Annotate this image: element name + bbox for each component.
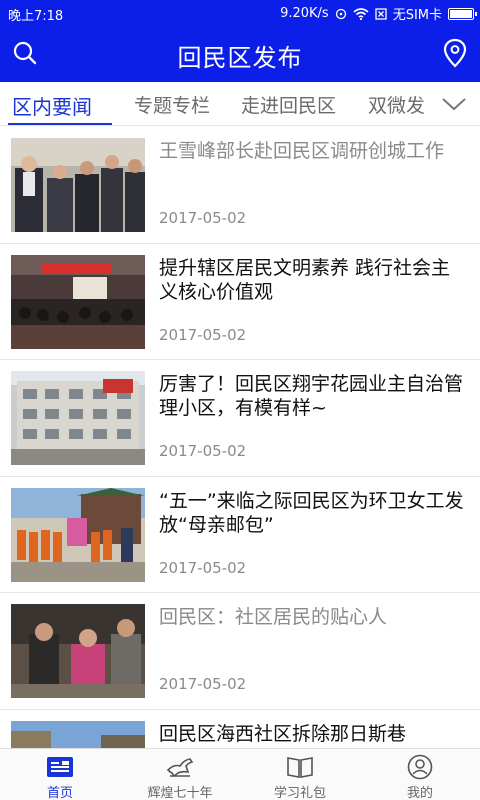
battery-icon [448,7,477,20]
news-headline: 厉害了！回民区翔宇花园业主自治管理小区，有模有样~ [159,373,464,419]
news-headline: 王雪峰部长赴回民区调研创城工作 [159,140,445,162]
news-date: 2017-05-02 [159,675,247,693]
news-item[interactable]: 王雪峰部长赴回民区调研创城工作 2017-05-02 [0,127,480,244]
status-indicators: 9.20K/s 无SIM卡 [280,4,477,23]
status-bar: 晚上7:18 9.20K/s 无SIM卡 [0,0,480,26]
tab-special-topics[interactable]: 专题专栏 [134,91,210,118]
location-pin-icon[interactable] [442,38,468,68]
nav-study-pack[interactable]: 学习礼包 [240,749,360,800]
category-tabs: 区内要闻 专题专栏 走进回民区 双微发 [0,82,480,126]
nav-home[interactable]: 首页 [0,749,120,800]
news-icon [47,757,73,777]
sim-status: 无SIM卡 [392,8,442,23]
news-thumbnail-lecture [11,254,145,349]
news-item[interactable]: 回民区：社区居民的贴心人 2017-05-02 [0,593,480,710]
network-speed: 9.20K/s [280,6,329,21]
news-thumbnail-building [11,371,145,465]
horse-icon [166,758,194,778]
app-bar: 回民区发布 [0,26,480,82]
nav-label: 辉煌七十年 [147,786,213,800]
app-title: 回民区发布 [177,44,303,72]
active-tab-indicator [8,123,112,125]
news-item[interactable]: “五一”来临之际回民区为环卫女工发放“母亲邮包” 2017-05-02 [0,477,480,593]
no-sim-icon [375,7,387,20]
book-icon [287,757,313,778]
data-saver-icon [335,8,346,19]
tab-enter-huimin[interactable]: 走进回民区 [241,91,336,118]
news-item[interactable]: 提升辖区居民文明素养 践行社会主义核心价值观 2017-05-02 [0,244,480,360]
news-thumbnail-meeting [11,138,145,232]
wifi-icon [353,7,369,20]
news-headline: “五一”来临之际回民区为环卫女工发放“母亲邮包” [159,489,464,536]
news-headline: 回民区海西社区拆除那日斯巷 [159,722,407,745]
news-date: 2017-05-02 [159,558,247,577]
news-date: 2017-05-02 [159,325,247,344]
news-item[interactable]: 厉害了！回民区翔宇花园业主自治管理小区，有模有样~ 2017-05-02 [0,360,480,477]
nav-seventy-years[interactable]: 辉煌七十年 [120,749,240,800]
news-thumbnail-residents [11,604,145,698]
news-headline: 提升辖区居民文明素养 践行社会主义核心价值观 [159,256,451,303]
news-date: 2017-05-02 [159,442,247,460]
news-date: 2017-05-02 [159,209,247,227]
nav-mine[interactable]: 我的 [360,749,480,800]
news-item[interactable]: 回民区海西社区拆除那日斯巷 [0,710,480,748]
bottom-nav: 首页 辉煌七十年 学习礼包 我的 [0,748,480,800]
news-list: 王雪峰部长赴回民区调研创城工作 2017-05-02 提升辖区居民文明素养 践行… [0,127,480,748]
nav-label: 我的 [406,786,433,800]
user-icon [407,754,433,780]
tab-district-news[interactable]: 区内要闻 [12,91,92,120]
news-thumbnail-sanitation-workers [11,487,145,582]
tab-weibo-wechat[interactable]: 双微发 [368,91,425,118]
nav-label: 首页 [46,786,73,800]
news-thumbnail-alley [11,720,145,748]
status-time: 晚上7:18 [8,9,64,24]
nav-label: 学习礼包 [273,786,326,800]
news-headline: 回民区：社区居民的贴心人 [159,606,388,628]
chevron-down-icon[interactable] [440,92,468,116]
